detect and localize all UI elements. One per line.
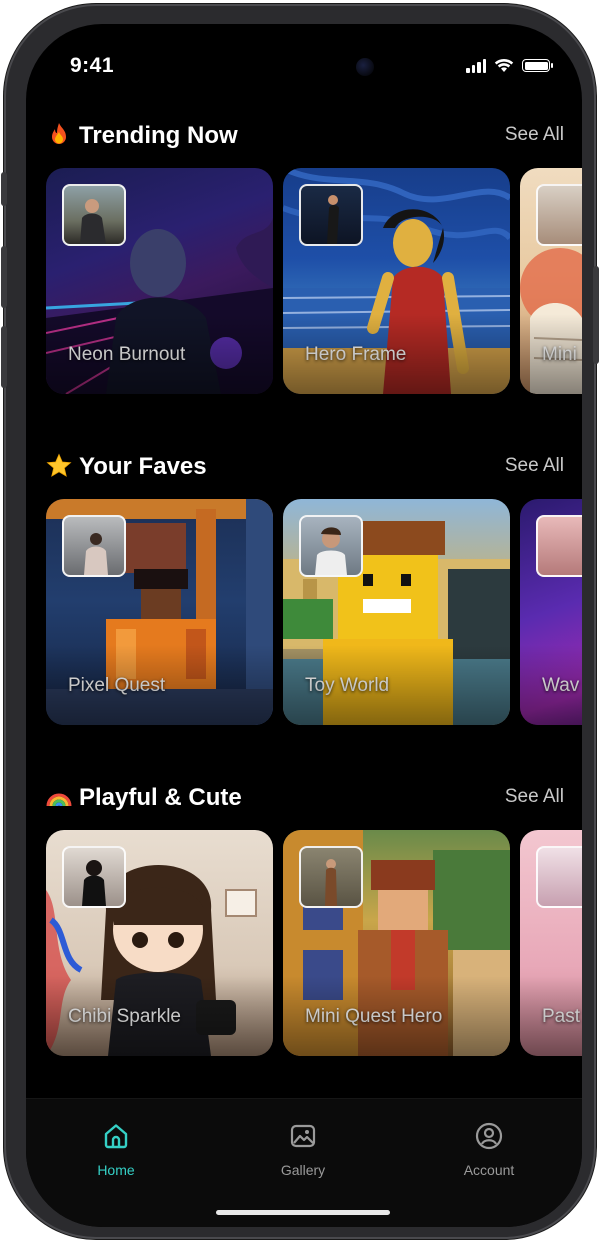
section-title: Playful & Cute (79, 784, 242, 811)
bottom-tab-bar: Home Gallery Account (26, 1098, 582, 1227)
tab-label: Gallery (280, 1162, 326, 1178)
section-title: Trending Now (79, 122, 238, 149)
card-carousel[interactable]: Chibi Sparkle Mini Quest Hero Past (46, 830, 582, 1058)
style-card-mini[interactable]: Mini (520, 168, 582, 394)
card-label: Mini (542, 344, 577, 365)
source-photo-thumbnail (536, 184, 582, 246)
card-label: Neon Burnout (68, 344, 186, 365)
style-card-pixel-quest[interactable]: Pixel Quest (46, 499, 273, 725)
cellular-signal-icon (466, 58, 486, 73)
app-screen: 9:41 Trending Now See All Neon Burnout H… (26, 24, 582, 1227)
star-emoji-icon (46, 453, 72, 477)
source-photo-thumbnail (299, 846, 363, 908)
section-header: Your Faves See All (46, 451, 564, 487)
card-label: Past (542, 1006, 581, 1027)
card-carousel[interactable]: Pixel Quest Toy World Wav (46, 499, 582, 727)
style-card-neon-burnout[interactable]: Neon Burnout (46, 168, 273, 394)
account-icon (475, 1122, 503, 1150)
tab-home[interactable]: Home (56, 1121, 176, 1178)
card-carousel[interactable]: Neon Burnout Hero Frame Mini (46, 168, 582, 396)
card-label: Mini Quest Hero (305, 1006, 443, 1027)
source-photo-thumbnail (299, 184, 363, 246)
source-photo-thumbnail (62, 515, 126, 577)
home-indicator[interactable] (216, 1210, 390, 1215)
card-label: Chibi Sparkle (68, 1006, 181, 1027)
status-icons (466, 58, 553, 73)
tab-label: Account (463, 1162, 515, 1178)
style-card-mini-quest-hero[interactable]: Mini Quest Hero (283, 830, 510, 1056)
gallery-icon (290, 1124, 316, 1148)
tab-account[interactable]: Account (429, 1121, 549, 1178)
see-all-link[interactable]: See All (505, 455, 564, 477)
style-card-wav[interactable]: Wav (520, 499, 582, 725)
style-card-chibi-sparkle[interactable]: Chibi Sparkle (46, 830, 273, 1056)
tab-label: Home (97, 1162, 135, 1178)
front-camera (356, 58, 374, 76)
battery-icon (522, 59, 553, 72)
section-header: Trending Now See All (46, 120, 564, 156)
section-header: Playful & Cute See All (46, 782, 564, 818)
volume-down-button (1, 326, 7, 388)
status-time: 9:41 (70, 54, 115, 77)
card-label: Pixel Quest (68, 675, 166, 696)
fire-emoji-icon (52, 123, 66, 144)
section-title: Your Faves (79, 453, 207, 480)
phone-frame: 9:41 Trending Now See All Neon Burnout H… (1, 4, 599, 1239)
see-all-link[interactable]: See All (505, 786, 564, 808)
source-photo-thumbnail (62, 846, 126, 908)
style-card-toy-world[interactable]: Toy World (283, 499, 510, 725)
card-label: Wav (542, 675, 580, 696)
rainbow-emoji-icon (46, 793, 72, 807)
mute-switch (1, 172, 7, 206)
card-label: Toy World (305, 675, 390, 696)
source-photo-thumbnail (536, 846, 582, 908)
tab-gallery[interactable]: Gallery (243, 1121, 363, 1178)
power-button (593, 266, 599, 364)
style-card-hero-frame[interactable]: Hero Frame (283, 168, 510, 394)
volume-up-button (1, 246, 7, 308)
source-photo-thumbnail (62, 184, 126, 246)
home-icon (104, 1124, 128, 1149)
style-card-past[interactable]: Past (520, 830, 582, 1056)
source-photo-thumbnail (299, 515, 363, 577)
see-all-link[interactable]: See All (505, 124, 564, 146)
status-bar: 9:41 (26, 24, 582, 104)
wifi-icon (494, 58, 514, 72)
card-label: Hero Frame (305, 344, 407, 365)
source-photo-thumbnail (536, 515, 582, 577)
